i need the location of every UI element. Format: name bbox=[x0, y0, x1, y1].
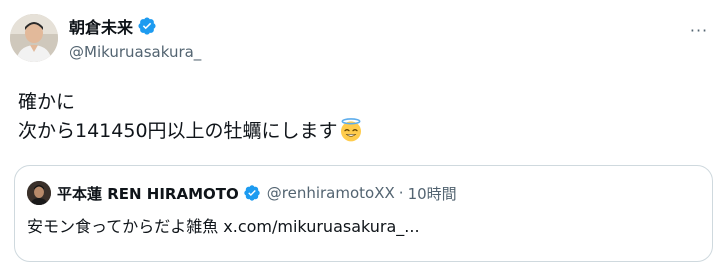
author-name-row: 朝倉未来 bbox=[69, 14, 157, 38]
quoted-tweet[interactable]: 平本蓮 REN HIRAMOTO @renhiramotoXX · 10時間 安… bbox=[14, 165, 713, 262]
tweet-text-line: 次から141450円以上の牡蠣にします bbox=[18, 117, 363, 146]
quoted-author-handle: @renhiramotoXX bbox=[266, 184, 395, 202]
tweet-text: 確かに 次から141450円以上の牡蠣にします bbox=[18, 88, 363, 146]
more-options-button[interactable]: ··· bbox=[683, 14, 715, 46]
tweet-text-line: 確かに bbox=[18, 91, 76, 113]
author-avatar[interactable] bbox=[10, 14, 58, 62]
quoted-author-display-name: 平本蓮 REN HIRAMOTO bbox=[57, 184, 239, 203]
verified-badge-icon bbox=[244, 185, 260, 201]
separator-dot: · bbox=[398, 184, 404, 202]
person-avatar-icon bbox=[10, 14, 58, 62]
person-avatar-icon bbox=[27, 181, 51, 205]
quoted-author-avatar[interactable] bbox=[27, 181, 51, 205]
author-display-name[interactable]: 朝倉未来 bbox=[69, 14, 133, 38]
smiling-face-with-halo-emoji-icon bbox=[340, 118, 361, 142]
verified-badge-icon[interactable] bbox=[137, 16, 157, 36]
quoted-tweet-timestamp: 10時間 bbox=[407, 184, 457, 203]
tweet-text-line-content: 次から141450円以上の牡蠣にします bbox=[18, 120, 338, 142]
tweet: 朝倉未来 @Mikuruasakura_ ··· 確かに 次から141450円以… bbox=[0, 0, 727, 274]
quoted-tweet-text: 安モン食ってからだよ雑魚 x.com/mikuruasakura_... bbox=[27, 217, 420, 236]
author-handle[interactable]: @Mikuruasakura_ bbox=[69, 42, 201, 62]
quoted-tweet-header: 平本蓮 REN HIRAMOTO @renhiramotoXX · 10時間 bbox=[57, 181, 457, 205]
